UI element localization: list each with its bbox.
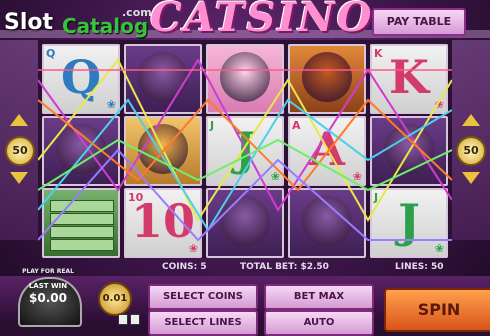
card-corner-letter: A	[292, 119, 301, 132]
paw-icon: ❀	[188, 242, 198, 255]
lines-up-arrow-right[interactable]	[462, 114, 480, 126]
game-title: CATSINO	[150, 0, 374, 41]
reel-3-row-3-symbol	[206, 188, 284, 258]
paytable-button[interactable]: PAY TABLE	[372, 8, 466, 36]
card-letter: J	[234, 122, 256, 176]
last-win-value: $0.00	[29, 291, 67, 305]
reel-5-row-3-symbol: J J ❀	[370, 188, 448, 258]
reels-area: Q Q ❀ 10 10 ❀ J J ❀ A A ❀ K K ❀ J J ❀	[38, 40, 452, 258]
cat-character-face	[56, 124, 106, 174]
coins-status: COINS: 5	[162, 262, 207, 276]
lines-up-arrow-left[interactable]	[10, 114, 28, 126]
reel-1-row-3-symbol	[42, 188, 120, 258]
play-for-real-panel[interactable]: PLAY FOR REAL LAST WIN $0.00	[8, 268, 88, 327]
coins-value: 5	[200, 262, 207, 272]
reel-1-row-1-symbol: Q Q ❀	[42, 44, 120, 114]
lines-value: 50	[431, 262, 444, 272]
watermark-slot: Slot	[4, 10, 54, 35]
last-win-label: LAST WIN	[28, 282, 68, 290]
reel-3-row-2-symbol: J J ❀	[206, 116, 284, 186]
reel-2-row-1-symbol	[124, 44, 202, 114]
reel-2-row-2-symbol	[124, 116, 202, 186]
reel-4-row-2-symbol: A A ❀	[288, 116, 366, 186]
reel-4-row-3-symbol	[288, 188, 366, 258]
cash-bundle	[50, 200, 114, 212]
total-bet-value: $2.50	[300, 262, 329, 272]
paw-icon: ❀	[352, 170, 362, 183]
coin-minus[interactable]	[118, 314, 128, 325]
cash-bundle	[50, 226, 114, 238]
orange-character-face	[302, 52, 352, 102]
card-corner-letter: Q	[46, 47, 56, 60]
cat-character-face	[384, 124, 434, 174]
card-letter: J	[398, 194, 420, 248]
lines-label: LINES:	[395, 262, 428, 272]
paw-icon: ❀	[434, 98, 444, 111]
coins-label: COINS:	[162, 262, 198, 272]
cat-character-face	[220, 196, 270, 246]
cat-character-face	[302, 196, 352, 246]
lines-down-arrow-right[interactable]	[462, 172, 480, 184]
auto-button[interactable]: AUTO	[264, 310, 374, 336]
lines-indicator-right: 50	[456, 136, 486, 166]
watermark-com: .com	[122, 6, 152, 19]
card-corner-letter: K	[374, 47, 383, 60]
total-bet-label: TOTAL BET:	[240, 262, 298, 272]
select-lines-button[interactable]: SELECT LINES	[148, 310, 258, 336]
pink-character-face	[220, 52, 270, 102]
select-coins-button[interactable]: SELECT COINS	[148, 284, 258, 310]
paw-icon: ❀	[106, 98, 116, 111]
reel-4-row-1-symbol	[288, 44, 366, 114]
reel-5-row-2-symbol	[370, 116, 448, 186]
reel-1-row-2-symbol	[42, 116, 120, 186]
cash-bundle	[50, 213, 114, 225]
watermark-logo: Slot Catalog .com	[0, 0, 152, 40]
card-corner-letter: J	[374, 191, 379, 204]
cash-bundle	[50, 239, 114, 251]
cat-character-face	[138, 52, 188, 102]
paw-icon: ❀	[434, 242, 444, 255]
lines-down-arrow-left[interactable]	[10, 172, 28, 184]
lines-status: LINES: 50	[395, 262, 444, 276]
play-for-real-label: PLAY FOR REAL	[22, 268, 74, 275]
paw-icon: ❀	[270, 170, 280, 183]
reel-5-row-1-symbol: K K ❀	[370, 44, 448, 114]
card-corner-letter: 10	[128, 191, 144, 204]
reel-2-row-3-symbol: 10 10 ❀	[124, 188, 202, 258]
bet-max-button[interactable]: BET MAX	[264, 284, 374, 310]
total-bet-status: TOTAL BET: $2.50	[240, 262, 329, 276]
blonde-character-face	[138, 124, 188, 174]
spin-button[interactable]: SPIN	[384, 288, 490, 332]
coin-value-button[interactable]: 0.01	[98, 282, 132, 316]
reel-3-row-1-symbol	[206, 44, 284, 114]
coin-plus[interactable]	[130, 314, 140, 325]
lines-indicator-left: 50	[5, 136, 35, 166]
card-corner-letter: J	[210, 119, 215, 132]
